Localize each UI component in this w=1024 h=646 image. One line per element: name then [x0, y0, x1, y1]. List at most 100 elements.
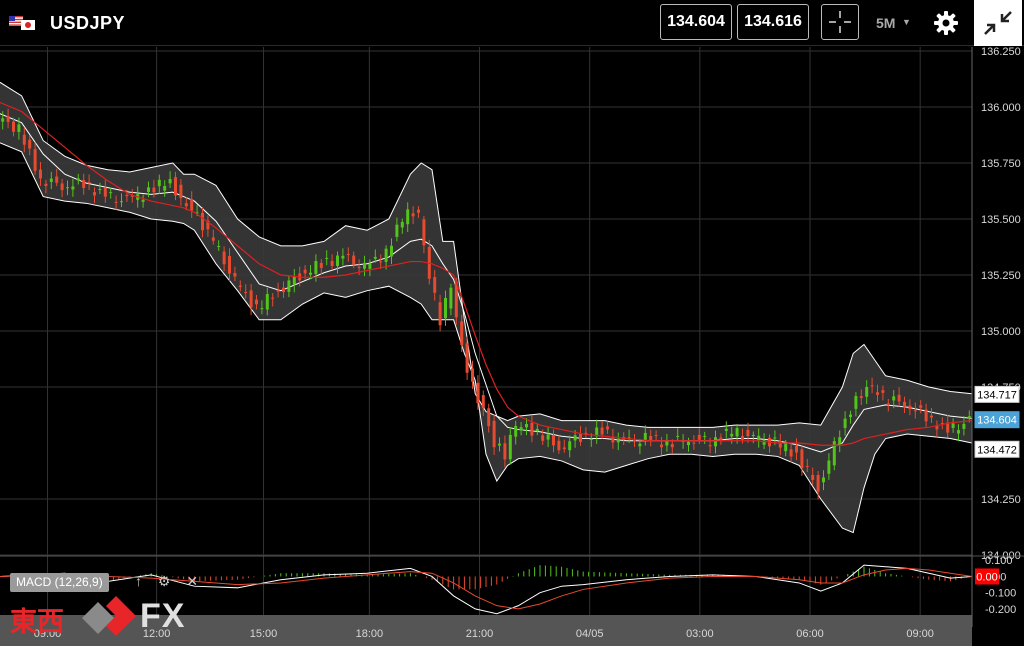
candle-body [363, 262, 366, 269]
candle-body [957, 430, 960, 434]
candle-body [854, 396, 858, 409]
candle-body [292, 276, 296, 285]
candle-body [249, 290, 253, 308]
candle-body [903, 401, 906, 407]
candle-body [276, 290, 280, 292]
close-icon[interactable]: ✕ [186, 573, 198, 589]
logo-fx-text: FX [140, 597, 186, 635]
crosshair-button[interactable] [821, 4, 859, 40]
candle-body [411, 213, 415, 217]
macd-value-tag-text: 0.00 [976, 571, 997, 583]
candle-body [82, 180, 86, 189]
candle-body [400, 221, 404, 228]
macd-y-tick-label: -0.200 [985, 604, 1016, 616]
candle-body [444, 297, 447, 319]
candle-body [98, 189, 102, 191]
candle-body [649, 435, 653, 441]
candle-body [897, 394, 901, 402]
candle-body [746, 429, 750, 437]
candle-body [357, 266, 361, 268]
arrow-up-icon[interactable]: ↑ [135, 573, 142, 589]
candle-body [865, 386, 869, 397]
y-tick-label: 135.750 [981, 158, 1021, 170]
price-chart[interactable]: 136.250 136.000 135.750 135.500 135.250 135.0… [0, 47, 1024, 646]
candle-body [514, 425, 518, 437]
indicator-tools: ↑ ⚙ ✕ [135, 573, 210, 590]
candle-body [870, 385, 874, 387]
candle-body [287, 280, 291, 292]
candle-body [687, 441, 690, 446]
candle-body [773, 437, 777, 439]
logo-diamond-icon [82, 596, 136, 636]
candle-body [55, 176, 59, 183]
candle-body [33, 149, 37, 171]
candle-body [600, 427, 604, 435]
candle-body [28, 139, 32, 149]
timeframe-selector[interactable]: 5M [876, 15, 895, 31]
candle-body [271, 297, 275, 299]
indicator-label[interactable]: MACD (12,26,9) [10, 573, 109, 592]
candle-body [17, 124, 21, 132]
gear-icon[interactable] [932, 9, 960, 37]
candle-body [222, 251, 226, 265]
candle-body [805, 466, 809, 468]
y-tick-label: 136.250 [981, 47, 1021, 58]
candle-body [481, 395, 485, 409]
current-price-tag: 134.604 [974, 411, 1020, 429]
candle-body [508, 434, 512, 460]
candle-body [546, 434, 550, 440]
candle-body [913, 410, 917, 412]
x-tick-label: 03:00 [686, 628, 714, 640]
candle-body [633, 440, 636, 442]
candle-body [503, 443, 507, 460]
brand-logo: 東西 FX [10, 594, 210, 642]
collapse-button[interactable] [974, 0, 1022, 46]
candle-body [125, 194, 129, 197]
candle-body [849, 414, 852, 418]
symbol-title[interactable]: USDJPY [50, 13, 125, 34]
candle-body [39, 169, 42, 179]
candle-body [309, 272, 312, 275]
candle-body [735, 428, 739, 437]
candle-body [703, 435, 707, 437]
candle-body [71, 186, 75, 190]
candle-body [168, 179, 172, 184]
candle-body [670, 444, 674, 448]
candle-body [822, 477, 825, 483]
bid-price-button[interactable]: 134.604 [660, 4, 732, 40]
candle-body [811, 474, 815, 480]
candle-body [163, 185, 167, 191]
top-bar: USDJPY 134.604 134.616 5M ▼ [0, 0, 1024, 46]
candle-body [314, 261, 318, 275]
ask-price-button[interactable]: 134.616 [737, 4, 809, 40]
candle-body [724, 428, 728, 431]
candle-body [919, 405, 923, 408]
candle-body [460, 321, 464, 345]
candle-body [498, 443, 501, 446]
x-tick-label: 04/05 [576, 628, 604, 640]
candle-body [573, 435, 577, 441]
candle-body [557, 440, 561, 451]
upper-band-tag-text: 134.717 [977, 389, 1017, 401]
candle-body [190, 199, 194, 211]
candle-body [44, 183, 48, 186]
candle-body [519, 427, 523, 431]
gear-icon[interactable]: ⚙ [158, 573, 171, 589]
candle-body [217, 246, 221, 248]
candle-body [93, 192, 96, 196]
y-tick-label: 134.250 [981, 494, 1021, 506]
chevron-down-icon: ▼ [902, 17, 911, 27]
candle-body [741, 436, 744, 440]
candle-body [800, 449, 804, 469]
candle-body [881, 390, 885, 393]
candle-body [665, 440, 669, 446]
candle-body [260, 308, 264, 310]
candle-body [6, 116, 10, 122]
candle-body [751, 434, 755, 436]
crosshair-icon [829, 11, 851, 33]
candle-body [336, 255, 339, 267]
candle-body [87, 182, 91, 184]
candle-body [708, 445, 712, 447]
candle-body [282, 287, 285, 293]
candle-body [951, 423, 955, 428]
